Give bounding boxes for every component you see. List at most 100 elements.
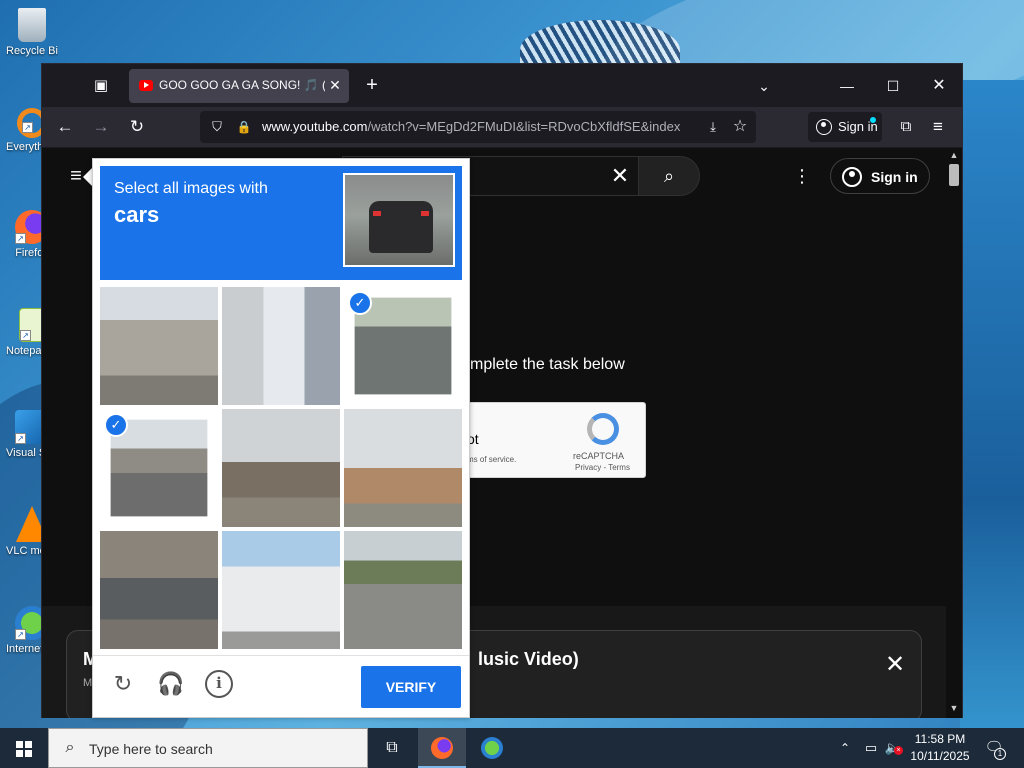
tile-image <box>100 531 218 649</box>
car-shape <box>369 201 433 253</box>
clock-date[interactable]: 10/11/2025 <box>908 749 972 763</box>
tile-image <box>222 409 340 527</box>
bookmark-star-icon[interactable]: ☆ <box>730 117 750 137</box>
address-bar[interactable]: ⛉ 🔒 www.youtube.com/watch?v=MEgDd2FMuDI&… <box>200 111 756 143</box>
task-view-icon[interactable]: ⧉ <box>376 736 408 760</box>
search-icon: ⌕ <box>65 739 75 756</box>
download-manager-icon <box>481 737 503 759</box>
taskbar-firefox[interactable] <box>418 728 466 768</box>
tail-light <box>421 211 429 216</box>
tab-list-icon[interactable]: ▣ <box>88 74 114 98</box>
tab-close-icon[interactable]: ✕ <box>326 76 344 94</box>
recaptcha-terms-text: ms of service. <box>467 455 517 464</box>
playlist-subtitle: M <box>83 677 93 689</box>
grid-tile-selected[interactable]: ✓ <box>344 287 462 405</box>
challenge-target: cars <box>114 202 160 227</box>
tab-bar: ▣ GOO GOO GA GA SONG! 🎵 (D ✕ + ⌄ — ☐ ✕ <box>42 64 962 107</box>
youtube-sign-in-button[interactable]: Sign in <box>830 158 930 194</box>
playlist-title-end: lusic Video) <box>478 649 579 669</box>
volume-muted-icon[interactable]: 🔈 × <box>884 738 903 758</box>
desktop-icon-recycle-bin[interactable]: Recycle Bin <box>6 8 58 58</box>
hamburger-menu-icon[interactable]: ≡ <box>926 115 950 139</box>
audio-challenge-icon[interactable]: 🎧 <box>157 670 185 698</box>
recaptcha-checkbox-widget[interactable]: ot ms of service. reCAPTCHA Privacy - Te… <box>466 402 646 478</box>
tab-youtube[interactable]: GOO GOO GA GA SONG! 🎵 (D ✕ <box>129 69 349 103</box>
notifications-icon[interactable]: 🗨 1 <box>982 738 1006 760</box>
recaptcha-challenge: Select all images with cars ✓ ✓ ↻ 🎧 i VE… <box>92 158 470 718</box>
grid-tile[interactable] <box>100 531 218 649</box>
more-options-icon[interactable]: ⋮ <box>792 164 812 188</box>
scroll-up-icon[interactable]: ▲ <box>946 148 962 162</box>
url-text[interactable]: www.youtube.com/watch?v=MEgDd2FMuDI&list… <box>262 119 696 134</box>
page-scrollbar[interactable]: ▲ ▼ <box>946 148 962 718</box>
scrollbar-thumb[interactable] <box>949 164 959 186</box>
tail-light <box>373 211 381 216</box>
navigation-toolbar: ← → ↻ ⛉ 🔒 www.youtube.com/watch?v=MEgDd2… <box>42 107 962 147</box>
tile-image <box>222 531 340 649</box>
image-grid: ✓ ✓ <box>100 287 462 649</box>
taskbar-search-box[interactable]: ⌕ Type here to search <box>48 728 368 768</box>
grid-tile[interactable] <box>222 409 340 527</box>
account-icon <box>816 119 832 135</box>
search-icon[interactable]: ⌕ <box>638 156 700 196</box>
account-icon <box>842 167 862 187</box>
back-icon[interactable]: ← <box>52 115 78 139</box>
save-to-pocket-icon[interactable]: ⤓ <box>704 118 722 136</box>
scroll-down-icon[interactable]: ▼ <box>946 701 962 715</box>
checkmark-icon: ✓ <box>104 413 128 437</box>
taskbar-download-manager[interactable] <box>468 728 516 768</box>
lock-icon[interactable]: 🔒 <box>236 118 252 136</box>
maximize-icon[interactable]: ☐ <box>870 72 916 100</box>
task-instruction: mplete the task below <box>470 356 625 373</box>
recycle-bin-icon <box>18 8 46 42</box>
firefox-icon <box>431 737 453 759</box>
grid-tile[interactable] <box>222 531 340 649</box>
reload-challenge-icon[interactable]: ↻ <box>109 670 137 698</box>
challenge-footer: ↻ 🎧 i VERIFY <box>93 655 469 717</box>
youtube-favicon-icon <box>139 80 153 91</box>
tile-image <box>354 297 452 395</box>
url-path: /watch?v=MEgDd2FMuDI&list=RDvoCbXfldfSE&… <box>367 119 681 134</box>
extensions-icon[interactable]: ⧉ <box>894 115 918 139</box>
close-icon[interactable]: ✕ <box>883 653 907 677</box>
info-icon[interactable]: i <box>205 670 233 698</box>
tile-image <box>222 287 340 405</box>
clear-search-icon[interactable]: ✕ <box>608 164 632 188</box>
minimize-icon[interactable]: — <box>824 72 870 100</box>
recaptcha-label: reCAPTCHA <box>573 451 625 461</box>
notification-dot <box>870 117 876 123</box>
tile-image <box>110 419 208 517</box>
mute-badge: × <box>894 746 903 755</box>
show-hidden-icons-chevron-icon[interactable]: ⌃ <box>836 738 854 758</box>
firefox-sign-in-button[interactable]: Sign in <box>808 112 882 142</box>
new-tab-icon[interactable]: + <box>360 74 384 98</box>
search-placeholder: Type here to search <box>89 741 213 757</box>
grid-tile[interactable] <box>344 409 462 527</box>
sample-car-image <box>343 173 455 267</box>
chevron-down-icon[interactable]: ⌄ <box>754 74 774 98</box>
wallpaper-wave <box>960 80 1024 728</box>
windows-start-icon[interactable] <box>0 728 48 768</box>
challenge-header: Select all images with cars <box>100 166 462 280</box>
recaptcha-logo-icon <box>587 413 619 445</box>
grid-tile-selected[interactable]: ✓ <box>100 409 218 527</box>
sign-in-label: Sign in <box>871 169 918 185</box>
reload-icon[interactable]: ↻ <box>124 115 150 139</box>
grid-tile[interactable] <box>344 531 462 649</box>
forward-icon[interactable]: → <box>88 115 114 139</box>
tile-image <box>344 531 462 649</box>
verify-button[interactable]: VERIFY <box>361 666 461 708</box>
close-window-icon[interactable]: ✕ <box>916 72 962 100</box>
shield-icon[interactable]: ⛉ <box>208 118 226 136</box>
url-host: www.youtube.com <box>262 119 368 134</box>
challenge-prompt: Select all images with <box>114 180 268 197</box>
windows-taskbar: ⌕ Type here to search ⧉ ⌃ ▭ 🔈 × 11:58 PM … <box>0 728 1024 768</box>
grid-tile[interactable] <box>222 287 340 405</box>
tab-title: GOO GOO GA GA SONG! 🎵 (D <box>159 78 325 92</box>
clock-time[interactable]: 11:58 PM <box>910 732 970 746</box>
grid-tile[interactable] <box>100 287 218 405</box>
recaptcha-privacy-terms-link[interactable]: Privacy - Terms <box>575 463 630 472</box>
tile-image <box>100 287 218 405</box>
network-icon[interactable]: ▭ <box>862 738 880 758</box>
desktop-icon-label: Recycle Bin <box>6 45 58 57</box>
